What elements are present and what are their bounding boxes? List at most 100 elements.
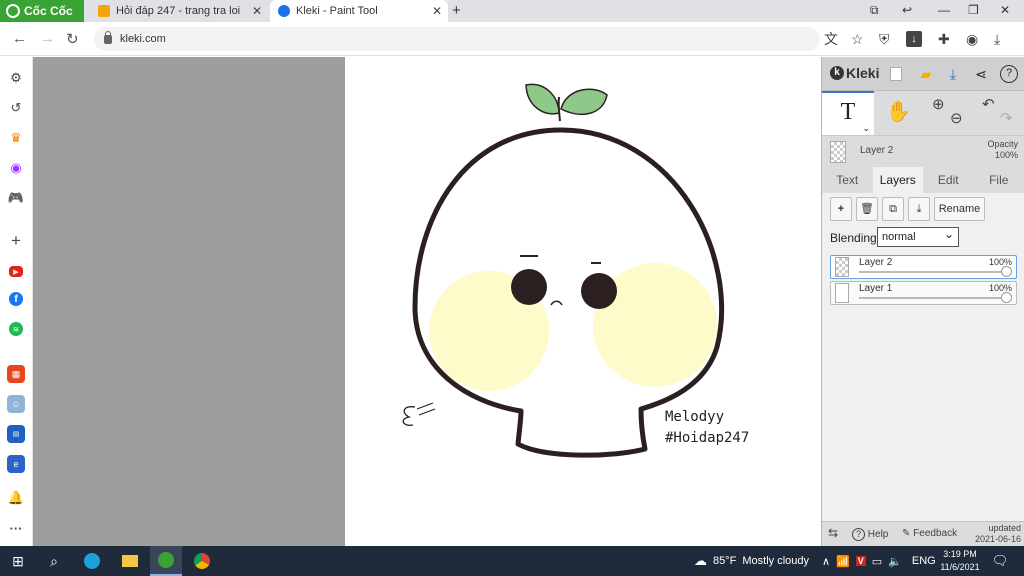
game-icon[interactable]: 🎮 bbox=[7, 189, 25, 207]
tab-hoidap247[interactable]: Hỏi đáp 247 - trang tra loi ✕ bbox=[90, 0, 268, 22]
downloads-icon[interactable]: ⤓ bbox=[994, 31, 1000, 47]
opacity-slider-handle[interactable] bbox=[1001, 266, 1012, 277]
bookmark-star-icon[interactable]: ☆ bbox=[851, 31, 864, 47]
update-info: updated 2021-06-16 bbox=[975, 523, 1021, 545]
language-indicator[interactable]: ENG bbox=[912, 555, 936, 567]
youtube-icon[interactable]: ▶ bbox=[9, 266, 23, 277]
close-tab-icon[interactable]: ✕ bbox=[252, 4, 262, 18]
restore-button[interactable]: ❐ bbox=[968, 3, 979, 17]
crown-icon[interactable]: ♛ bbox=[7, 129, 25, 147]
updated-date: 2021-06-16 bbox=[974, 534, 1021, 544]
layer-item-2[interactable]: Layer 2 100% bbox=[830, 255, 1017, 279]
add-icon[interactable]: + bbox=[7, 231, 25, 250]
undo-icon[interactable]: ↶ bbox=[982, 95, 995, 113]
redo-icon[interactable]: ↷ bbox=[1000, 109, 1013, 127]
shop-icon[interactable]: ▦ bbox=[7, 365, 25, 383]
rename-button[interactable]: Rename bbox=[934, 197, 985, 221]
coccoc-taskbar-icon[interactable] bbox=[150, 546, 182, 576]
mouth bbox=[550, 300, 563, 306]
merge-layer-button[interactable]: ⤓ bbox=[908, 197, 930, 221]
opacity-slider-track[interactable] bbox=[859, 297, 1010, 299]
close-tab-icon[interactable]: ✕ bbox=[432, 4, 442, 18]
duplicate-layer-button[interactable]: ⧉ bbox=[882, 197, 904, 221]
back-arrow-icon[interactable]: ← bbox=[12, 30, 27, 47]
sale-1111-icon[interactable]: ▤ bbox=[7, 425, 25, 443]
layer-item-1[interactable]: Layer 1 100% bbox=[830, 281, 1017, 305]
help-icon[interactable]: ? bbox=[1000, 65, 1018, 83]
open-folder-icon[interactable]: ▰ bbox=[917, 65, 935, 83]
tab-text[interactable]: Text bbox=[822, 167, 873, 193]
tab-layers[interactable]: Layers bbox=[872, 167, 923, 193]
chevron-up-icon[interactable]: ∧ bbox=[822, 555, 830, 568]
search-icon[interactable]: ⌕ bbox=[42, 546, 66, 576]
browser-brand-logo[interactable]: Cốc Cốc bbox=[0, 0, 84, 22]
system-tray: ☁ 85°F Mostly cloudy bbox=[694, 546, 809, 576]
text-tool-button[interactable]: T ⌄ bbox=[822, 91, 874, 135]
history-icon[interactable]: ↺ bbox=[7, 99, 25, 117]
chrome-icon[interactable] bbox=[188, 546, 216, 576]
anime-icon[interactable]: ☺ bbox=[7, 395, 25, 413]
add-layer-button[interactable]: + bbox=[830, 197, 852, 221]
swap-sides-icon[interactable]: ⇆ bbox=[828, 526, 838, 540]
download-icon[interactable]: ⤓ bbox=[944, 65, 962, 83]
bell-icon[interactable]: 🔔 bbox=[7, 489, 25, 507]
app-icon[interactable]: e bbox=[7, 455, 25, 473]
feedback-link[interactable]: ✎ Feedback bbox=[902, 528, 957, 539]
close-window-button[interactable]: ✕ bbox=[1000, 3, 1010, 17]
vietkey-icon[interactable]: V bbox=[855, 556, 866, 566]
new-image-icon[interactable] bbox=[890, 67, 902, 81]
cloud-icon: ☁ bbox=[694, 553, 707, 568]
delete-layer-button[interactable]: 🗑 bbox=[856, 197, 878, 221]
drawing-artwork bbox=[402, 83, 724, 458]
blending-select[interactable]: normal bbox=[877, 225, 959, 247]
tab-kleki[interactable]: Kleki - Paint Tool ✕ bbox=[270, 0, 448, 22]
translate-icon[interactable]: 文 bbox=[824, 31, 838, 47]
back-list-icon[interactable]: ↩ bbox=[902, 3, 912, 17]
drawing-canvas[interactable]: Melodyy #Hoidap247 bbox=[345, 57, 821, 546]
zoom-in-icon[interactable]: ⊕ bbox=[932, 95, 945, 113]
profile-icon[interactable]: ◉ bbox=[966, 31, 978, 47]
sprout-left-leaf bbox=[525, 83, 560, 115]
opacity-slider-handle[interactable] bbox=[1001, 292, 1012, 303]
current-layer-name: Layer 2 bbox=[860, 145, 894, 156]
settings-icon[interactable]: ⚙ bbox=[7, 69, 25, 87]
zoom-out-icon[interactable]: ⊖ bbox=[950, 109, 963, 127]
forward-arrow-icon[interactable]: → bbox=[40, 30, 55, 47]
file-explorer-icon[interactable] bbox=[116, 546, 144, 576]
volume-icon[interactable]: 🔈 bbox=[888, 555, 902, 568]
clock[interactable]: 3:19 PM 11/6/2021 bbox=[938, 548, 982, 574]
opacity-readout: Opacity 100% bbox=[987, 139, 1018, 161]
download-extension-icon[interactable]: ↓ bbox=[906, 31, 922, 47]
signature-line-1: Melodyy bbox=[665, 409, 725, 425]
display-icon[interactable]: ▭ bbox=[872, 555, 882, 568]
search-tabs-icon[interactable]: ⧉ bbox=[870, 3, 879, 18]
more-icon[interactable]: ··· bbox=[7, 519, 25, 537]
spotify-icon[interactable]: ≋ bbox=[9, 322, 23, 336]
extensions-icon[interactable]: ✚ bbox=[938, 31, 950, 47]
motion-swirl bbox=[402, 406, 416, 426]
kleki-logo[interactable]: k Kleki bbox=[830, 65, 879, 81]
reload-icon[interactable]: ↻ bbox=[66, 30, 79, 48]
tray-icons: ∧ 📶 V ▭ 🔈 ENG bbox=[822, 546, 936, 576]
opacity-slider-track[interactable] bbox=[859, 271, 1010, 273]
chevron-down-icon[interactable]: ⌄ bbox=[862, 123, 870, 133]
url-input[interactable]: kleki.com bbox=[94, 27, 820, 51]
messenger-icon[interactable]: ◉ bbox=[7, 159, 25, 177]
tab-edit[interactable]: Edit bbox=[923, 167, 974, 193]
notifications-icon[interactable]: 🗨 bbox=[990, 546, 1010, 576]
tab-file[interactable]: File bbox=[974, 167, 1024, 193]
help-link[interactable]: ? Help bbox=[852, 528, 888, 541]
new-tab-button[interactable]: + bbox=[452, 2, 461, 19]
sprout-right-leaf bbox=[560, 88, 608, 116]
edge-icon[interactable] bbox=[78, 546, 106, 576]
lock-icon bbox=[104, 30, 112, 44]
layer-name: Layer 1 bbox=[859, 283, 893, 294]
share-icon[interactable]: ⋖ bbox=[972, 65, 990, 83]
shield-icon[interactable]: ⛨ bbox=[879, 31, 890, 47]
facebook-icon[interactable]: f bbox=[9, 292, 23, 306]
network-icon[interactable]: 📶 bbox=[836, 555, 850, 568]
minimize-button[interactable]: — bbox=[938, 3, 950, 17]
hand-tool-icon[interactable]: ✋ bbox=[886, 99, 911, 124]
weather-text[interactable]: Mostly cloudy bbox=[742, 555, 809, 567]
windows-start-icon[interactable]: ⊞ bbox=[6, 546, 30, 576]
